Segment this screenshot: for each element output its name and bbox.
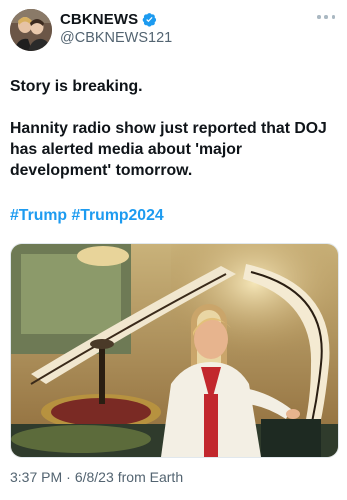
tweet-text-line1: Story is breaking. (10, 78, 143, 95)
tweet-date[interactable]: 6/8/23 (75, 469, 114, 485)
timestamp-separator: · (66, 469, 71, 485)
author-name-row[interactable]: CBKNEWS (60, 11, 157, 28)
verified-badge-icon (142, 13, 157, 27)
avatar-image (10, 9, 52, 51)
more-options-icon[interactable] (317, 12, 335, 22)
tweet-timestamp[interactable]: 3:37 PM · 6/8/23 from Earth (10, 469, 183, 485)
tweet-source: from Earth (117, 469, 184, 485)
hashtag-trump[interactable]: #Trump (10, 207, 67, 224)
author-display-name[interactable]: CBKNEWS (60, 11, 138, 28)
tweet-time[interactable]: 3:37 PM (10, 469, 62, 485)
author-handle[interactable]: @CBKNEWS121 (60, 30, 172, 46)
tweet-text-line2: Hannity radio show just reported that DO… (10, 120, 327, 179)
tweet-media-photo[interactable] (10, 243, 339, 458)
avatar[interactable] (10, 9, 52, 51)
photo-image (11, 244, 338, 457)
hashtag-trump2024[interactable]: #Trump2024 (71, 207, 163, 224)
hashtags: #Trump #Trump2024 (10, 205, 164, 226)
